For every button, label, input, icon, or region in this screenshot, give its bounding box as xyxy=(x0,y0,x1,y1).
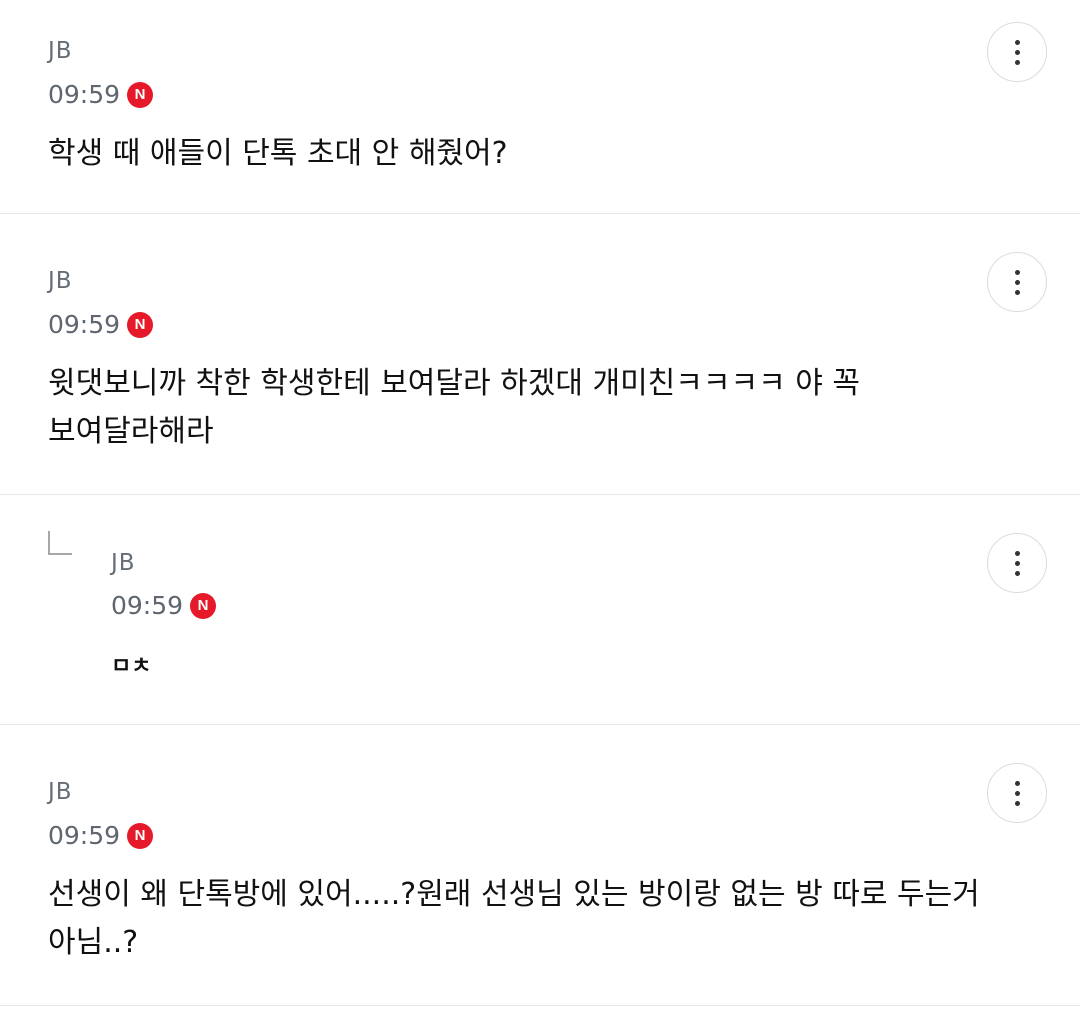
comment-author[interactable]: JB xyxy=(48,38,73,64)
comment-text-line: ㅁㅊ xyxy=(111,654,152,679)
more-vertical-icon xyxy=(1014,39,1020,45)
new-badge: N xyxy=(127,311,154,338)
more-vertical-icon xyxy=(1014,790,1020,796)
comment-text: 학생 때 애들이 단톡 초대 안 해줬어? xyxy=(48,130,508,178)
comment-text-line: 윗댓보니까 착한 학생한테 보여달라 하겠대 개미친ㅋㅋㅋㅋ 야 꼭 xyxy=(48,366,860,401)
comment-time: 09:59 xyxy=(111,591,184,620)
new-badge: N xyxy=(127,822,154,849)
comment-text-line: 보여달라해라 xyxy=(48,414,214,449)
more-options-button[interactable] xyxy=(987,252,1047,312)
comment-time: 09:59 xyxy=(48,310,121,339)
more-vertical-icon xyxy=(1014,560,1020,566)
more-vertical-icon xyxy=(1014,269,1020,275)
reply-arrow-icon xyxy=(48,531,72,555)
comment-meta: 09:59 N xyxy=(48,821,154,850)
more-vertical-icon xyxy=(1014,570,1020,576)
more-options-button[interactable] xyxy=(987,763,1047,823)
reply-comment-item: JB 09:59 N ㅁㅊ xyxy=(0,495,1080,725)
new-badge: N xyxy=(127,81,154,108)
comment-text-line: 선생이 왜 단톡방에 있어.....?원래 선생님 있는 방이랑 없는 방 따로… xyxy=(48,877,980,912)
comment-meta: 09:59 N xyxy=(48,310,154,339)
comment-meta: 09:59 N xyxy=(48,80,154,109)
new-badge: N xyxy=(190,592,217,619)
comment-author[interactable]: JB xyxy=(48,779,73,805)
comment-time: 09:59 xyxy=(48,80,121,109)
comment-item: JB 09:59 N 윗댓보니까 착한 학생한테 보여달라 하겠대 개미친ㅋㅋㅋ… xyxy=(0,214,1080,495)
more-vertical-icon xyxy=(1014,780,1020,786)
comment-author[interactable]: JB xyxy=(111,550,136,576)
more-vertical-icon xyxy=(1014,279,1020,285)
more-options-button[interactable] xyxy=(987,22,1047,82)
more-vertical-icon xyxy=(1014,59,1020,65)
more-options-button[interactable] xyxy=(987,533,1047,593)
more-vertical-icon xyxy=(1014,800,1020,806)
comment-time: 09:59 xyxy=(48,821,121,850)
comment-item: JB 09:59 N 선생이 왜 단톡방에 있어.....?원래 선생님 있는 … xyxy=(0,725,1080,1006)
comment-text: 윗댓보니까 착한 학생한테 보여달라 하겠대 개미친ㅋㅋㅋㅋ 야 꼭 보여달라해… xyxy=(48,360,860,456)
comment-text: ㅁㅊ xyxy=(111,643,151,691)
comment-meta: 09:59 N xyxy=(111,591,217,620)
more-vertical-icon xyxy=(1014,550,1020,556)
more-vertical-icon xyxy=(1014,49,1020,55)
comment-item: JB 09:59 N 학생 때 애들이 단톡 초대 안 해줬어? xyxy=(0,0,1080,214)
comment-text-line: 아님..? xyxy=(48,925,139,960)
comment-text-line: 학생 때 애들이 단톡 초대 안 해줬어? xyxy=(48,136,508,171)
comment-text: 선생이 왜 단톡방에 있어.....?원래 선생님 있는 방이랑 없는 방 따로… xyxy=(48,871,980,967)
more-vertical-icon xyxy=(1014,289,1020,295)
comment-author[interactable]: JB xyxy=(48,268,73,294)
